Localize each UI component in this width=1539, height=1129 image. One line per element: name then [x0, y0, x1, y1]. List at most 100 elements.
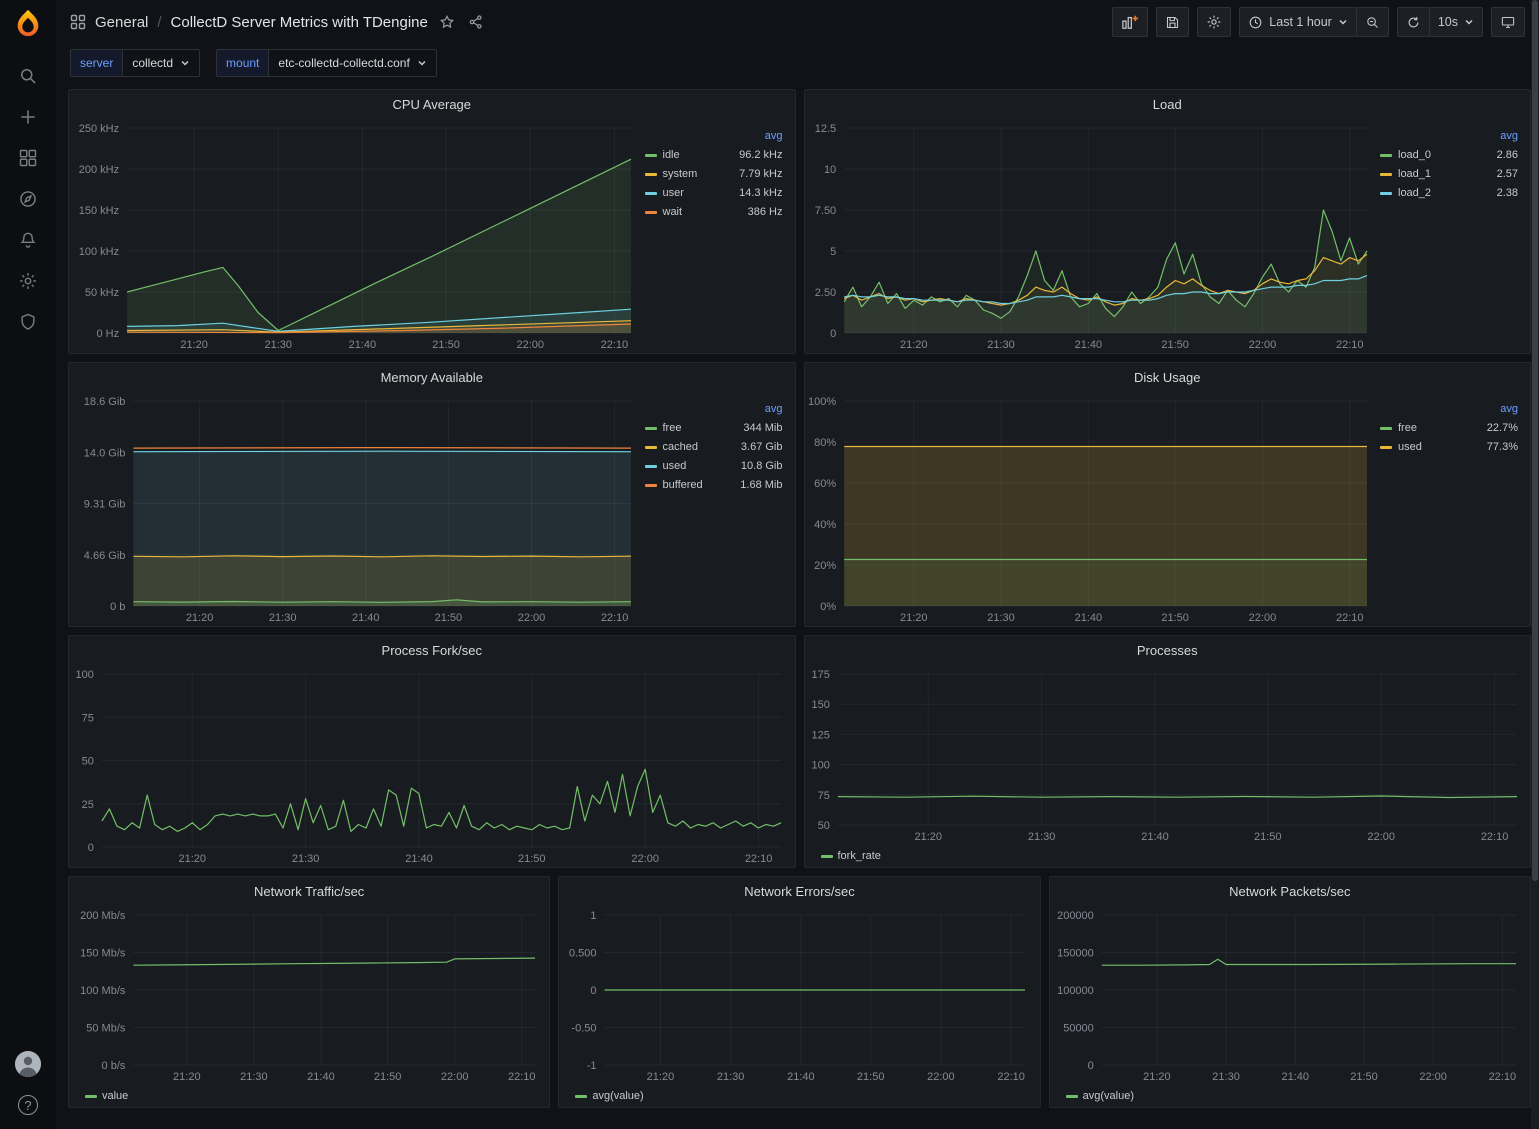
- refresh-button[interactable]: [1397, 7, 1430, 37]
- add-panel-button[interactable]: [1112, 7, 1148, 37]
- legend-item[interactable]: buffered1.68 Mib: [645, 476, 783, 495]
- legend-item[interactable]: free22.7%: [1380, 419, 1518, 438]
- variable-server-dropdown[interactable]: collectd: [122, 49, 200, 77]
- legend-item[interactable]: system7.79 kHz: [645, 165, 783, 184]
- legend-item[interactable]: wait386 Hz: [645, 203, 783, 222]
- chart-canvas[interactable]: 025507510021:2021:3021:4021:5022:0022:10: [69, 664, 795, 867]
- legend-item[interactable]: avg(value): [1066, 1090, 1134, 1102]
- dashboard-title[interactable]: CollectD Server Metrics with TDengine: [171, 14, 428, 31]
- panel-title[interactable]: Memory Available: [69, 363, 795, 391]
- chart-canvas[interactable]: 02.5057.501012.521:2021:3021:4021:5022:0…: [805, 118, 1381, 353]
- legend-series-value: 22.7%: [1487, 419, 1518, 438]
- chart-canvas[interactable]: -1-0.5000.500121:2021:3021:4021:5022:002…: [559, 905, 1039, 1085]
- legend-series-name: wait: [663, 203, 748, 222]
- chart-canvas[interactable]: 507510012515017521:2021:3021:4021:5022:0…: [805, 664, 1531, 845]
- avatar[interactable]: [15, 1051, 41, 1077]
- legend-item[interactable]: load_22.38: [1380, 184, 1518, 203]
- svg-text:22:00: 22:00: [518, 612, 546, 624]
- grafana-logo-icon[interactable]: [13, 8, 43, 38]
- dashboards-icon[interactable]: [18, 148, 38, 168]
- legend: avg load_02.86load_12.57load_22.38: [1380, 118, 1530, 353]
- variable-server-value: collectd: [132, 56, 173, 70]
- svg-text:100 Mb/s: 100 Mb/s: [80, 985, 126, 997]
- refresh-interval-dropdown[interactable]: 10s: [1429, 7, 1483, 37]
- chart-canvas[interactable]: 0 Hz50 kHz100 kHz150 kHz200 kHz250 kHz21…: [69, 118, 645, 353]
- chart-canvas[interactable]: 0 b4.66 Gib9.31 Gib14.0 Gib18.6 Gib21:20…: [69, 391, 645, 626]
- svg-text:21:40: 21:40: [349, 339, 377, 351]
- panel-title[interactable]: Network Errors/sec: [559, 877, 1039, 905]
- apps-grid-icon[interactable]: [70, 14, 86, 30]
- legend-item[interactable]: load_02.86: [1380, 146, 1518, 165]
- chart[interactable]: 05000010000015000020000021:2021:3021:402…: [1050, 905, 1530, 1085]
- svg-text:20%: 20%: [814, 560, 836, 572]
- zoom-out-button[interactable]: [1356, 7, 1389, 37]
- legend-item[interactable]: avg(value): [575, 1090, 643, 1102]
- legend-item[interactable]: idle96.2 kHz: [645, 146, 783, 165]
- legend-item[interactable]: user14.3 kHz: [645, 184, 783, 203]
- panel-memory-available: Memory Available0 b4.66 Gib9.31 Gib14.0 …: [68, 362, 796, 627]
- search-icon[interactable]: [18, 66, 38, 86]
- server-admin-shield-icon[interactable]: [18, 312, 38, 332]
- panel-title[interactable]: Process Fork/sec: [69, 636, 795, 664]
- explore-compass-icon[interactable]: [18, 189, 38, 209]
- chart[interactable]: 0 b/s50 Mb/s100 Mb/s150 Mb/s200 Mb/s21:2…: [69, 905, 549, 1085]
- panel-title[interactable]: Processes: [805, 636, 1531, 664]
- chart[interactable]: 02.5057.501012.521:2021:3021:4021:5022:0…: [805, 118, 1381, 353]
- chart[interactable]: 507510012515017521:2021:3021:4021:5022:0…: [805, 664, 1531, 845]
- svg-text:21:50: 21:50: [1161, 612, 1189, 624]
- chart[interactable]: 0 Hz50 kHz100 kHz150 kHz200 kHz250 kHz21…: [69, 118, 645, 353]
- panel-title[interactable]: Disk Usage: [805, 363, 1531, 391]
- svg-text:50: 50: [817, 820, 829, 832]
- svg-text:22:00: 22:00: [1367, 831, 1395, 843]
- save-dashboard-button[interactable]: [1156, 7, 1189, 37]
- alerting-bell-icon[interactable]: [18, 230, 38, 250]
- svg-text:22:00: 22:00: [631, 853, 659, 865]
- svg-text:21:40: 21:40: [1074, 612, 1102, 624]
- legend-item[interactable]: fork_rate: [821, 850, 881, 862]
- panel-title[interactable]: Load: [805, 90, 1531, 118]
- legend-item[interactable]: used77.3%: [1380, 438, 1518, 457]
- svg-text:22:10: 22:10: [508, 1071, 536, 1083]
- share-icon[interactable]: [466, 12, 486, 32]
- svg-text:21:20: 21:20: [180, 339, 208, 351]
- chart-canvas[interactable]: 0%20%40%60%80%100%21:2021:3021:4021:5022…: [805, 391, 1381, 626]
- breadcrumb-section[interactable]: General: [95, 14, 148, 31]
- chart-canvas[interactable]: 0 b/s50 Mb/s100 Mb/s150 Mb/s200 Mb/s21:2…: [69, 905, 549, 1085]
- chart[interactable]: -1-0.5000.500121:2021:3021:4021:5022:002…: [559, 905, 1039, 1085]
- chart[interactable]: 025507510021:2021:3021:4021:5022:0022:10: [69, 664, 795, 867]
- svg-text:100%: 100%: [808, 396, 836, 408]
- refresh-interval-label: 10s: [1438, 15, 1458, 29]
- time-range-button[interactable]: Last 1 hour: [1239, 7, 1357, 37]
- legend-item[interactable]: free344 Mib: [645, 419, 783, 438]
- dashboard-settings-button[interactable]: [1197, 7, 1231, 37]
- legend-item[interactable]: cached3.67 Gib: [645, 438, 783, 457]
- panel-title[interactable]: Network Packets/sec: [1050, 877, 1530, 905]
- legend-avg-header[interactable]: avg: [765, 130, 783, 142]
- legend-avg-header[interactable]: avg: [1500, 130, 1518, 142]
- chart[interactable]: 0 b4.66 Gib9.31 Gib14.0 Gib18.6 Gib21:20…: [69, 391, 645, 626]
- panel-title[interactable]: Network Traffic/sec: [69, 877, 549, 905]
- panel-title[interactable]: CPU Average: [69, 90, 795, 118]
- help-icon[interactable]: ?: [18, 1095, 38, 1115]
- variable-mount-label: mount: [216, 49, 268, 77]
- svg-text:22:10: 22:10: [1335, 339, 1363, 351]
- legend-avg-header[interactable]: avg: [765, 403, 783, 415]
- star-icon[interactable]: [437, 12, 457, 32]
- legend-avg-header[interactable]: avg: [1500, 403, 1518, 415]
- legend-item[interactable]: value: [85, 1090, 128, 1102]
- legend-item[interactable]: load_12.57: [1380, 165, 1518, 184]
- variable-mount-dropdown[interactable]: etc-collectd-collectd.conf: [268, 49, 436, 77]
- configuration-gear-icon[interactable]: [18, 271, 38, 291]
- tv-cycle-view-button[interactable]: [1491, 7, 1525, 37]
- time-range-label: Last 1 hour: [1269, 15, 1332, 29]
- svg-text:5: 5: [830, 246, 836, 258]
- svg-text:100000: 100000: [1057, 985, 1094, 997]
- chart-canvas[interactable]: 05000010000015000020000021:2021:3021:402…: [1050, 905, 1530, 1085]
- legend: avg(value): [1050, 1085, 1530, 1107]
- svg-text:21:50: 21:50: [432, 339, 460, 351]
- scrollbar[interactable]: [1531, 0, 1539, 1129]
- scrollbar-thumb[interactable]: [1532, 0, 1538, 881]
- create-plus-icon[interactable]: [18, 107, 38, 127]
- chart[interactable]: 0%20%40%60%80%100%21:2021:3021:4021:5022…: [805, 391, 1381, 626]
- legend-item[interactable]: used10.8 Gib: [645, 457, 783, 476]
